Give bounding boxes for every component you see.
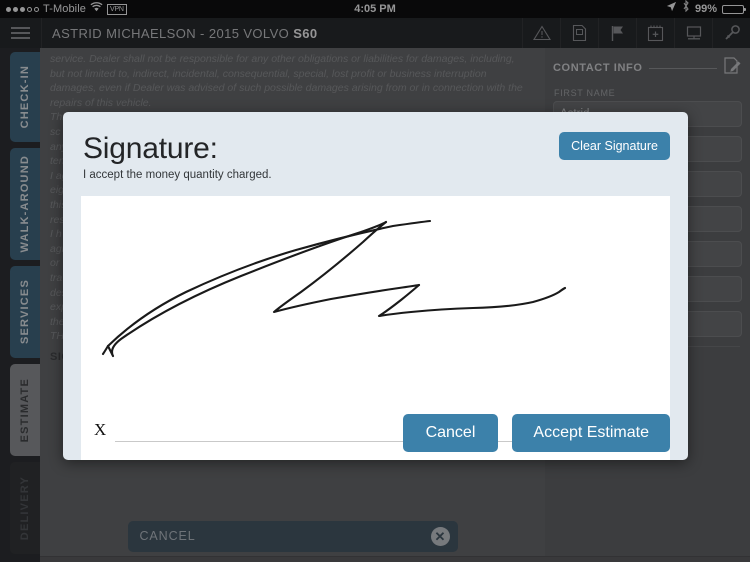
signature-modal-header: Signature: I accept the money quantity c…: [63, 112, 688, 194]
clear-signature-button[interactable]: Clear Signature: [559, 132, 670, 160]
accept-estimate-button[interactable]: Accept Estimate: [512, 414, 670, 452]
cancel-button[interactable]: Cancel: [402, 414, 499, 452]
ipad-screen: T-Mobile VPN 4:05 PM 99% ASTRID MICHAELS…: [0, 0, 750, 562]
signature-modal-subtitle: I accept the money quantity charged.: [83, 169, 272, 181]
signature-modal-footer: Cancel Accept Estimate: [63, 406, 688, 460]
signature-modal: Signature: I accept the money quantity c…: [63, 112, 688, 460]
